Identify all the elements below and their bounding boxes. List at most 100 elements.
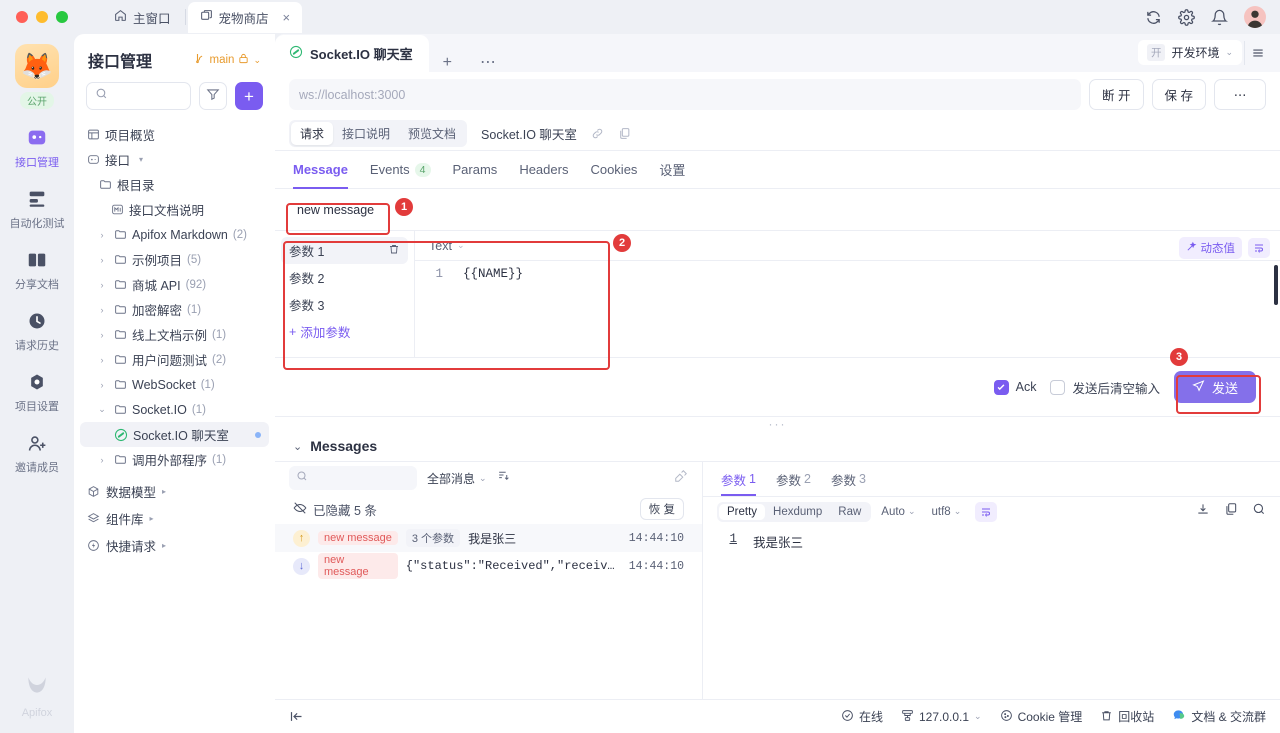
rail-item-request-history[interactable]: 请求历史 (0, 310, 74, 353)
chevron-right-icon[interactable]: ▸ (162, 487, 166, 496)
send-button[interactable]: 发送 (1173, 371, 1256, 403)
sort-icon[interactable] (497, 469, 510, 487)
copy-icon[interactable] (618, 127, 631, 140)
checkbox-icon[interactable] (993, 379, 1009, 395)
tab-params[interactable]: Params (453, 151, 498, 189)
chevron-down-icon[interactable]: ⌄ (954, 506, 962, 517)
chevron-down-icon[interactable]: ⌄ (908, 506, 916, 517)
chevron-right-icon[interactable]: › (96, 355, 108, 365)
rail-item-invite-member[interactable]: 邀请成员 (0, 432, 74, 475)
trash-icon[interactable] (388, 243, 400, 258)
tree-item-menu-icon[interactable]: ▾ (139, 155, 143, 164)
rail-item-api-management[interactable]: 接口管理 (0, 127, 74, 170)
add-param-button[interactable]: + 添加参数 (281, 318, 408, 345)
tree-item-folder[interactable]: › 调用外部程序 (1) (74, 447, 275, 472)
status-cookie-manager[interactable]: Cookie 管理 (1000, 708, 1082, 725)
status-docs-community[interactable]: 文档 & 交流群 (1172, 708, 1266, 725)
chevron-right-icon[interactable]: › (96, 380, 108, 390)
tree-item-folder[interactable]: › 示例项目 (5) (74, 247, 275, 272)
copy-icon[interactable] (1224, 502, 1238, 521)
close-icon[interactable]: × (283, 10, 291, 25)
sidebar-group-data-model[interactable]: 数据模型 ▸ (74, 478, 275, 505)
format-encoding-selector[interactable]: utf8 ⌄ (926, 506, 968, 518)
chevron-right-icon[interactable]: ▸ (150, 514, 154, 523)
close-window-button[interactable] (16, 11, 28, 23)
chevron-down-icon[interactable]: ⌄ (293, 440, 302, 453)
checkbox-icon[interactable] (1050, 379, 1066, 395)
dynamic-value-button[interactable]: 动态值 (1178, 237, 1242, 259)
messages-header[interactable]: ⌄ Messages (275, 431, 1280, 461)
param-item-2[interactable]: 参数 2 (281, 264, 408, 291)
tree-item-apis[interactable]: 接口 ▾ (74, 147, 275, 172)
tab-events[interactable]: Events 4 (370, 151, 431, 189)
tab-message[interactable]: Message (293, 151, 348, 189)
subtab-request[interactable]: 请求 (291, 122, 334, 145)
ws-url-input[interactable]: ws://localhost:3000 (289, 79, 1082, 110)
wrap-lines-button[interactable] (1248, 238, 1270, 258)
window-tab-main[interactable]: 主窗口 (102, 2, 183, 33)
format-raw-button[interactable]: Raw (830, 504, 869, 520)
new-tab-button[interactable]: + (429, 54, 466, 72)
clear-messages-icon[interactable] (674, 469, 688, 488)
detail-tab-param-1[interactable]: 参数 1 (721, 462, 756, 496)
tree-item-folder[interactable]: › 商城 API (92) (74, 272, 275, 297)
message-row-received[interactable]: ↓ new message {"status":"Received","rece… (275, 552, 702, 580)
chevron-right-icon[interactable]: ▸ (162, 541, 166, 550)
bell-icon[interactable] (1211, 9, 1228, 26)
minimize-window-button[interactable] (36, 11, 48, 23)
sidebar-group-components[interactable]: 组件库 ▸ (74, 505, 275, 532)
chevron-down-icon[interactable]: ⌄ (96, 404, 108, 415)
more-actions-button[interactable]: ⋯ (1214, 79, 1266, 110)
download-icon[interactable] (1196, 502, 1210, 521)
tree-item-folder[interactable]: › 用户问题测试 (2) (74, 347, 275, 372)
link-icon[interactable] (591, 127, 604, 140)
event-name-input[interactable]: new message (289, 196, 393, 224)
tab-headers[interactable]: Headers (519, 151, 568, 189)
sync-icon[interactable] (1145, 9, 1162, 26)
detail-tab-param-3[interactable]: 参数 3 (831, 462, 866, 496)
tree-item-folder[interactable]: › 线上文档示例 (1) (74, 322, 275, 347)
chevron-down-icon[interactable]: ⌄ (479, 473, 487, 484)
filter-button[interactable] (199, 82, 227, 110)
chevron-right-icon[interactable]: › (96, 305, 108, 315)
rail-item-automation[interactable]: 自动化测试 (0, 188, 74, 231)
subtab-api-description[interactable]: 接口说明 (333, 122, 399, 145)
tree-item-root-folder[interactable]: 根目录 (74, 172, 275, 197)
tree-item-socketio-chatroom[interactable]: Socket.IO 聊天室 (80, 422, 269, 447)
environment-menu-button[interactable] (1244, 40, 1270, 65)
chevron-down-icon[interactable]: ⌄ (1225, 47, 1233, 58)
editor-tab-socketio-chatroom[interactable]: Socket.IO 聊天室 (275, 35, 429, 72)
param-item-1[interactable]: 参数 1 (281, 237, 408, 264)
chevron-right-icon[interactable]: › (96, 230, 108, 240)
tree-item-api-doc-note[interactable]: 接口文档说明 (74, 197, 275, 222)
save-button[interactable]: 保 存 (1151, 79, 1206, 110)
chevron-right-icon[interactable]: › (96, 255, 108, 265)
tab-settings[interactable]: 设置 (659, 151, 685, 189)
detail-tab-param-2[interactable]: 参数 2 (776, 462, 811, 496)
format-auto-selector[interactable]: Auto ⌄ (875, 506, 921, 518)
tree-item-folder[interactable]: › WebSocket (1) (74, 372, 275, 397)
wrap-lines-button[interactable] (975, 501, 998, 522)
tree-item-folder[interactable]: › 加密解密 (1) (74, 297, 275, 322)
chevron-down-icon[interactable]: ⌄ (974, 711, 982, 722)
maximize-window-button[interactable] (56, 11, 68, 23)
panel-resize-handle[interactable]: ··· (275, 417, 1280, 431)
search-box[interactable] (86, 82, 191, 110)
chevron-down-icon[interactable]: ⌄ (457, 240, 465, 251)
chevron-right-icon[interactable]: › (96, 280, 108, 290)
messages-filter-selector[interactable]: 全部消息 ⌄ (427, 470, 487, 487)
sidebar-group-quick-request[interactable]: 快捷请求 ▸ (74, 532, 275, 559)
search-input[interactable] (114, 89, 182, 103)
param-code-editor[interactable]: 1 {{NAME}} (415, 261, 1280, 281)
restore-messages-button[interactable]: 恢 复 (639, 498, 684, 520)
window-controls[interactable] (16, 11, 68, 23)
subtab-preview-doc[interactable]: 预览文档 (399, 122, 465, 145)
chevron-right-icon[interactable]: › (96, 330, 108, 340)
format-pretty-button[interactable]: Pretty (719, 503, 766, 520)
clear-after-send-checkbox[interactable]: 发送后清空输入 (1050, 378, 1160, 397)
messages-search-box[interactable] (289, 466, 417, 490)
environment-selector[interactable]: 开 开发环境 ⌄ (1137, 40, 1242, 65)
rail-item-project-settings[interactable]: 项目设置 (0, 371, 74, 414)
param-type-selector[interactable]: Text ⌄ (415, 231, 1280, 261)
chevron-down-icon[interactable]: ⌄ (253, 55, 261, 66)
